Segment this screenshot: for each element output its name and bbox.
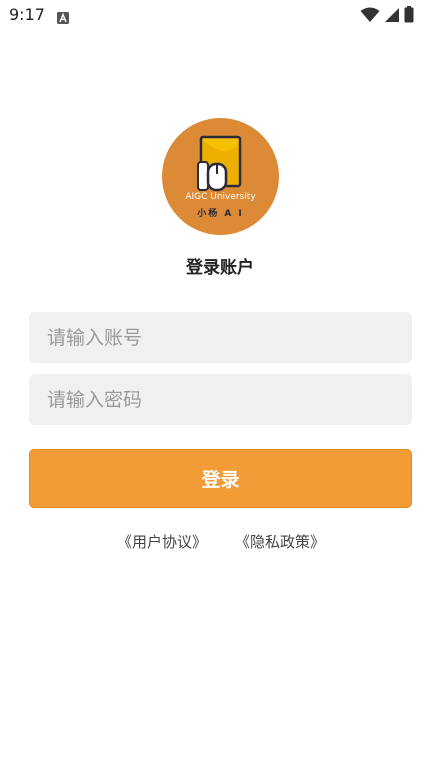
status-bar: 9:17 <box>0 0 440 30</box>
policy-links: 《用户协议》 《隐私政策》 <box>0 531 440 553</box>
privacy-policy-link[interactable]: 《隐私政策》 <box>235 531 325 552</box>
battery-icon <box>404 6 414 27</box>
page-title: 登录账户 <box>186 258 254 278</box>
password-input[interactable] <box>29 374 412 425</box>
login-button[interactable]: 登录 <box>29 449 412 508</box>
account-input[interactable] <box>29 312 412 363</box>
status-time: 9:17 <box>9 5 45 24</box>
status-icons <box>360 6 414 27</box>
user-agreement-link[interactable]: 《用户协议》 <box>117 531 207 552</box>
password-field[interactable] <box>29 374 412 425</box>
account-field[interactable] <box>29 312 412 363</box>
logo-line2: 小杨 A I <box>197 209 244 219</box>
wifi-icon <box>360 7 380 27</box>
login-button-label: 登录 <box>201 469 240 491</box>
logo-line1: AIGC University <box>185 192 256 202</box>
app-logo: AIGC University 小杨 A I <box>162 118 279 235</box>
signal-icon <box>384 7 400 27</box>
app-a-icon <box>57 9 69 24</box>
